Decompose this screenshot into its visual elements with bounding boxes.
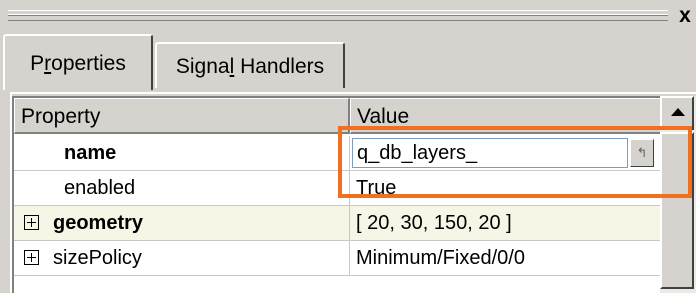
table-row[interactable]: name q_db_layers_ ↰	[14, 136, 660, 171]
property-name-cell: sizePolicy	[14, 241, 350, 275]
property-name-cell: geometry	[14, 206, 350, 240]
tab-signal-label-suffix: Handlers	[234, 55, 325, 78]
drag-grip[interactable]	[8, 10, 668, 21]
scroll-thumb[interactable]	[660, 132, 694, 289]
property-name-cell: name	[14, 136, 350, 170]
property-name-cell: enabled	[14, 171, 350, 205]
close-icon[interactable]: x	[674, 5, 696, 27]
table-header: Property Value	[14, 98, 660, 136]
property-label: geometry	[53, 212, 144, 234]
tab-properties-label-suffix: operties	[51, 52, 126, 75]
property-value-cell: Minimum/Fixed/0/0	[356, 247, 525, 269]
tab-signal-handlers[interactable]: Signal Handlers	[155, 42, 345, 88]
expand-icon[interactable]	[24, 215, 39, 230]
reset-arrow-icon[interactable]: ↰	[630, 139, 654, 167]
table-row[interactable]: enabled True	[14, 171, 660, 206]
property-label: sizePolicy	[53, 247, 142, 269]
table-row[interactable]: sizePolicy Minimum/Fixed/0/0	[14, 241, 660, 276]
tab-properties[interactable]: Properties	[3, 34, 153, 90]
dock-title-bar[interactable]: x	[0, 0, 696, 30]
expand-icon[interactable]	[24, 250, 39, 265]
tab-bar: Properties Signal Handlers	[0, 34, 696, 92]
property-value-cell: True	[356, 177, 397, 199]
tab-signal-label-prefix: Signa	[175, 55, 230, 78]
header-property[interactable]: Property	[14, 98, 350, 134]
property-value-cell: [ 20, 30, 150, 20 ]	[356, 212, 512, 234]
property-table: Property Value name q_db_layers_ ↰ enabl…	[12, 96, 660, 293]
vertical-scrollbar[interactable]	[660, 96, 696, 293]
scroll-up-icon[interactable]	[660, 96, 694, 130]
name-value-input[interactable]: q_db_layers_	[352, 138, 628, 168]
table-row[interactable]: geometry [ 20, 30, 150, 20 ]	[14, 206, 660, 241]
tab-properties-label-prefix: P	[30, 52, 45, 75]
header-value[interactable]: Value	[350, 98, 660, 134]
